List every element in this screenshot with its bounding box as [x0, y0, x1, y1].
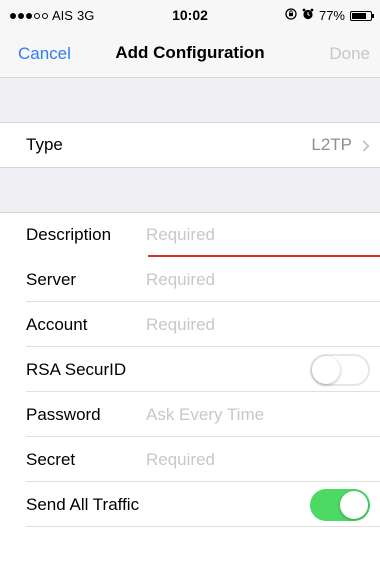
- server-input[interactable]: Required: [146, 270, 215, 290]
- description-label: Description: [26, 225, 112, 244]
- password-row: Password Ask Every Time: [0, 393, 380, 437]
- page-title: Add Configuration: [115, 43, 265, 62]
- lock-rotation-icon: [285, 8, 297, 23]
- type-label: Type: [26, 135, 63, 154]
- section-spacer: [0, 78, 380, 122]
- type-value-text: L2TP: [311, 135, 352, 154]
- type-value: L2TP: [311, 135, 370, 155]
- send-all-traffic-row: Send All Traffic: [0, 483, 380, 527]
- secret-row: Secret Required: [0, 438, 380, 482]
- toggle-knob: [340, 491, 368, 519]
- password-input[interactable]: Ask Every Time: [146, 405, 264, 425]
- send-all-traffic-label: Send All Traffic: [26, 495, 140, 514]
- vpn-add-configuration-screen: AIS 3G 10:02 77% Cancel Add Configuratio…: [0, 0, 380, 582]
- send-all-traffic-toggle[interactable]: [310, 489, 370, 521]
- focus-underline: [148, 255, 380, 257]
- section-spacer: [0, 168, 380, 212]
- chevron-right-icon: [358, 139, 370, 152]
- navigation-bar: Cancel Add Configuration Done: [0, 30, 380, 78]
- description-row: Description Required: [0, 213, 380, 257]
- server-label: Server: [26, 270, 77, 289]
- battery-icon: [350, 10, 374, 21]
- alarm-icon: [302, 8, 314, 23]
- done-button[interactable]: Done: [329, 44, 370, 64]
- account-label: Account: [26, 315, 88, 334]
- toggle-knob: [312, 356, 340, 384]
- list-continuation: [0, 528, 380, 582]
- rsa-securid-label: RSA SecurID: [26, 360, 127, 379]
- battery-percent: 77%: [318, 8, 345, 23]
- rsa-securid-row: RSA SecurID: [0, 348, 380, 392]
- account-input[interactable]: Required: [146, 315, 215, 335]
- server-row: Server Required: [0, 258, 380, 302]
- secret-label: Secret: [26, 450, 76, 469]
- battery-fill: [352, 12, 366, 19]
- password-label: Password: [26, 405, 101, 424]
- secret-input[interactable]: Required: [146, 450, 215, 470]
- status-right: 77%: [285, 8, 374, 23]
- description-input[interactable]: Required: [146, 225, 215, 245]
- rsa-securid-toggle[interactable]: [310, 354, 370, 386]
- type-row[interactable]: Type L2TP: [0, 123, 380, 167]
- status-bar: AIS 3G 10:02 77%: [0, 0, 380, 30]
- account-row: Account Required: [0, 303, 380, 347]
